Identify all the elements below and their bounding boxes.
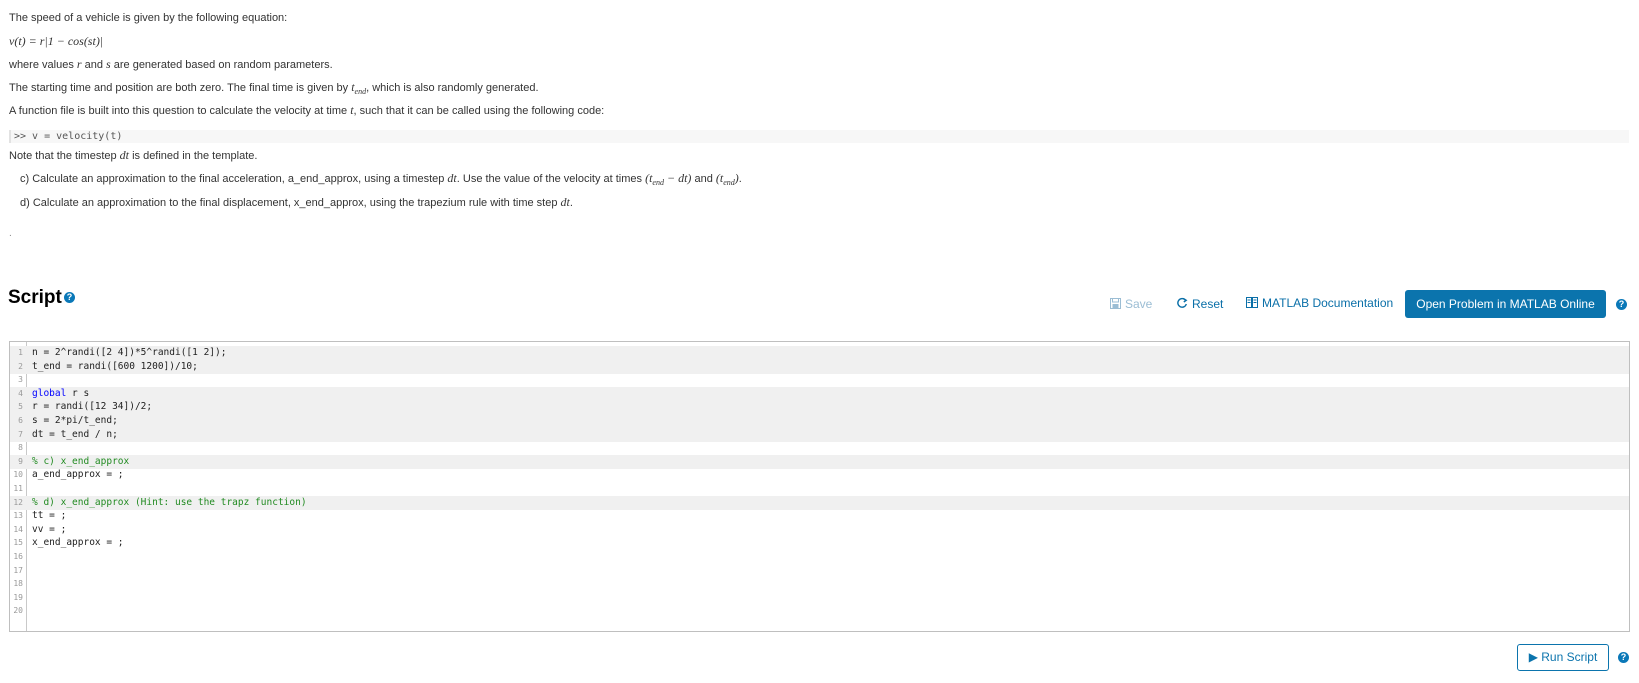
toolbar-help-icon[interactable]: ?: [1616, 299, 1627, 310]
code-line[interactable]: 8: [10, 441, 1629, 455]
code-line[interactable]: 11: [10, 482, 1629, 496]
time-text: The starting time and position are both …: [9, 80, 539, 97]
velocity-equation: v(t) = r|1 − cos(st)|: [9, 34, 104, 48]
timestep-note: Note that the timestep dt is defined in …: [9, 148, 258, 162]
line-number: 13: [13, 511, 23, 521]
code-text: n = 2^randi([2 4])*5^randi([1 2]);: [32, 347, 227, 358]
code-text: tt = ;: [32, 510, 67, 522]
reset-button[interactable]: Reset: [1176, 297, 1223, 312]
floppy-disk-icon: [1110, 298, 1121, 312]
code-text: % d) x_end_approx (Hint: use the trapz f…: [32, 496, 307, 510]
play-icon: ▶: [1528, 650, 1538, 664]
code-line[interactable]: 3: [10, 373, 1629, 387]
code-line[interactable]: 16: [10, 550, 1629, 564]
line-number: 8: [18, 443, 23, 453]
script-title: Script: [8, 287, 62, 308]
save-button[interactable]: Save: [1110, 297, 1152, 312]
trailing-dot: .: [9, 228, 12, 239]
comment: % c) x_end_approx: [32, 455, 130, 467]
code-line[interactable]: 4 global r s: [10, 386, 1629, 401]
params-text: where values r and s are generated based…: [9, 57, 333, 71]
line-number: 1: [18, 348, 23, 357]
line-number: 16: [13, 552, 23, 561]
code-line[interactable]: 6 s = 2*pi/t_end;: [10, 414, 1629, 428]
code-line[interactable]: 20: [10, 604, 1629, 618]
function-text: A function file is built into this quest…: [9, 103, 605, 117]
code-line[interactable]: 1 n = 2^randi([2 4])*5^randi([1 2]);: [10, 346, 1629, 360]
refresh-icon: [1176, 297, 1188, 312]
script-help-icon[interactable]: ?: [64, 292, 75, 303]
line-number: 7: [18, 429, 23, 439]
code-line[interactable]: 19: [10, 591, 1629, 605]
code-text: a_end_approx = ;: [32, 469, 124, 481]
line-number: 4: [18, 388, 23, 398]
comment: % d) x_end_approx (Hint: use the trapz f…: [32, 496, 307, 508]
line-number: 14: [13, 524, 23, 534]
code-line[interactable]: 13 tt = ;: [10, 509, 1629, 523]
code-text: r = randi([12 34])/2;: [32, 401, 153, 413]
line-number: 9: [18, 456, 23, 466]
code-line[interactable]: 5 r = randi([12 34])/2;: [10, 400, 1629, 415]
line-number: 2: [18, 361, 23, 371]
run-help-icon[interactable]: ?: [1618, 652, 1629, 663]
line-number: 11: [13, 484, 23, 493]
code-text: global r s: [32, 387, 90, 399]
line-number: 17: [13, 565, 23, 575]
task-d: d) Calculate an approximation to the fin…: [20, 195, 573, 209]
code-line[interactable]: 7 dt = t_end / n;: [10, 427, 1629, 442]
code-line[interactable]: 17: [10, 564, 1629, 578]
book-icon: [1246, 297, 1258, 311]
code-sample: >> v = velocity(t): [9, 130, 1629, 143]
code-text: x_end_approx = ;: [32, 537, 124, 549]
code-line[interactable]: 2 t_end = randi([600 1200])/10;: [10, 359, 1629, 374]
line-number: 10: [13, 470, 23, 480]
code-text: s = 2*pi/t_end;: [32, 415, 118, 426]
code-line[interactable]: 15 x_end_approx = ;: [10, 536, 1629, 550]
code-line[interactable]: 10 a_end_approx = ;: [10, 468, 1629, 482]
line-number: 20: [13, 606, 23, 616]
keyword: global: [32, 387, 67, 399]
open-in-matlab-online-button[interactable]: Open Problem in MATLAB Online: [1405, 290, 1606, 318]
line-number: 6: [18, 416, 23, 425]
line-number: 12: [13, 497, 23, 507]
line-number: 19: [13, 592, 23, 602]
line-number: 5: [18, 402, 23, 412]
code-line[interactable]: 12 % d) x_end_approx (Hint: use the trapz…: [10, 495, 1629, 510]
line-number: 3: [18, 375, 23, 385]
code-text: % c) x_end_approx: [32, 455, 129, 469]
matlab-documentation-link[interactable]: MATLAB Documentation: [1246, 296, 1393, 311]
line-number: 15: [13, 538, 23, 548]
code-line[interactable]: 14 vv = ;: [10, 523, 1629, 537]
code-line[interactable]: 9 % c) x_end_approx: [10, 454, 1629, 469]
code-line[interactable]: 18: [10, 577, 1629, 591]
intro-text: The speed of a vehicle is given by the f…: [9, 12, 288, 24]
code-editor[interactable]: 1 n = 2^randi([2 4])*5^randi([1 2]); 2 t_en…: [9, 341, 1630, 632]
code-text: dt = t_end / n;: [32, 428, 118, 440]
run-script-button[interactable]: ▶ Run Script: [1517, 644, 1609, 671]
code-text: t_end = randi([600 1200])/10;: [32, 360, 198, 372]
line-number: 18: [13, 579, 23, 589]
task-c: c) Calculate an approximation to the fin…: [20, 171, 742, 188]
code-text: vv = ;: [32, 523, 67, 535]
